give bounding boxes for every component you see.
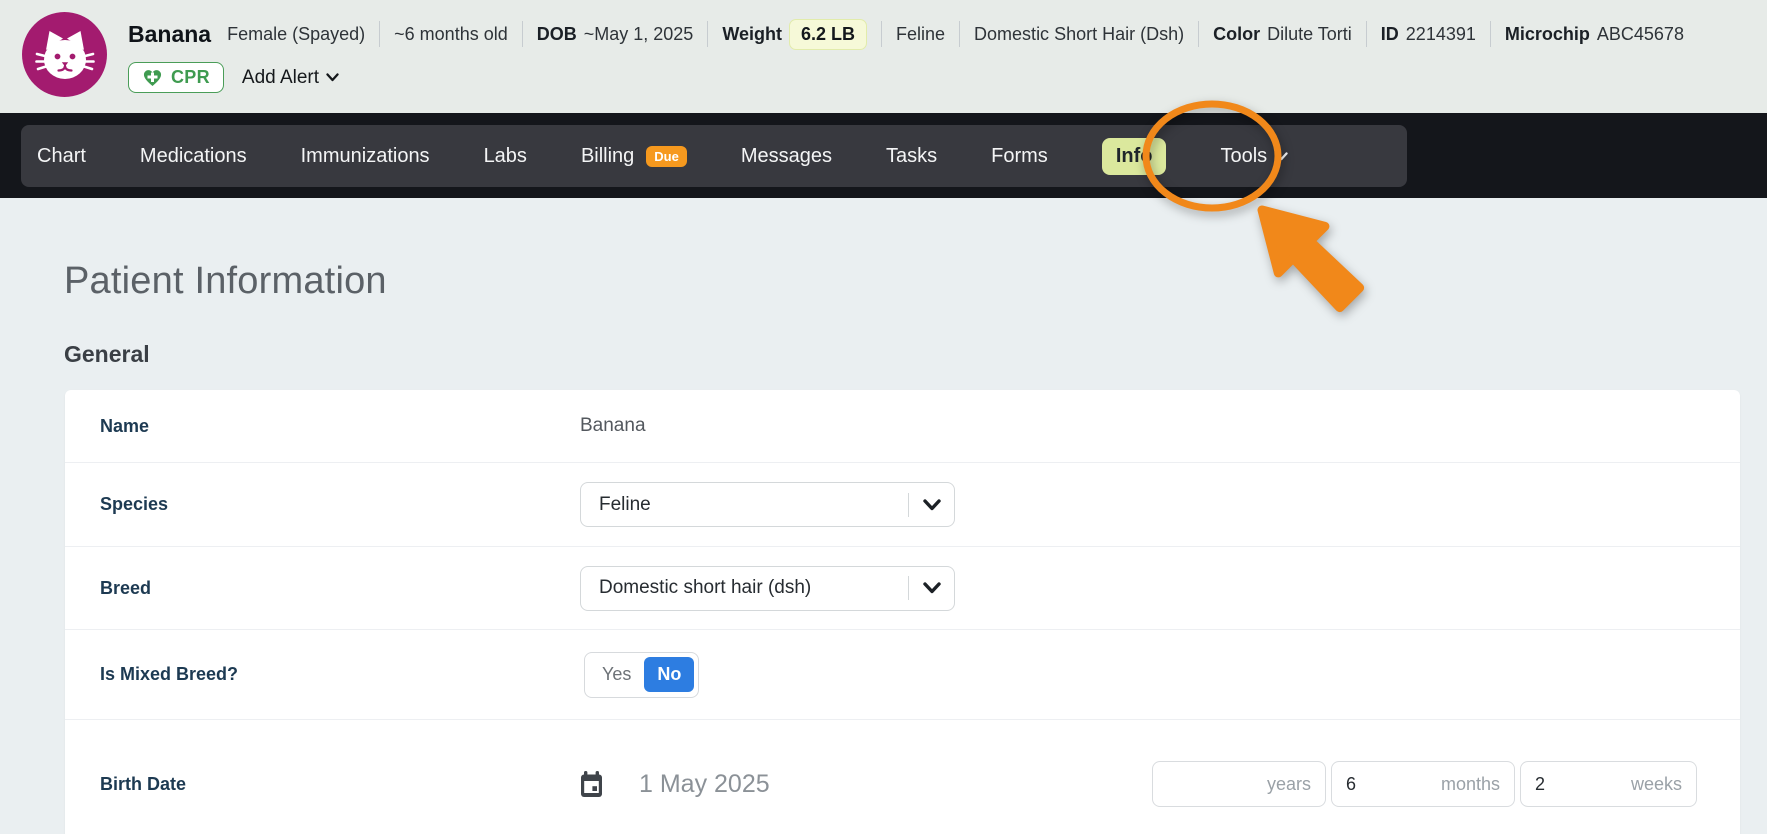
mixed-breed-label: Is Mixed Breed?	[100, 664, 580, 685]
weight-badge[interactable]: 6.2 LB	[789, 19, 867, 50]
tab-messages[interactable]: Messages	[741, 145, 832, 168]
row-mixed-breed: Is Mixed Breed? Yes No	[65, 630, 1740, 720]
meta-separator	[881, 21, 882, 47]
cat-face-icon	[33, 23, 97, 87]
cpr-badge-label: CPR	[171, 67, 210, 88]
patient-header: Banana Female (Spayed) ~6 months old DOB…	[0, 0, 1767, 113]
cpr-heart-icon	[142, 68, 163, 87]
name-value: Banana	[580, 415, 646, 437]
tab-billing[interactable]: Billing Due	[581, 145, 687, 168]
mixed-breed-toggle: Yes No	[584, 652, 699, 698]
chevron-down-icon	[909, 499, 954, 511]
add-alert-label: Add Alert	[242, 67, 319, 89]
age-weeks-input[interactable]: 2 weeks	[1520, 761, 1697, 807]
patient-nav-bar: Chart Medications Immunizations Labs Bil…	[0, 113, 1767, 198]
chevron-down-icon	[909, 582, 954, 594]
chevron-down-icon	[1275, 152, 1288, 161]
row-breed: Breed Domestic short hair (dsh)	[65, 547, 1740, 630]
cpr-badge[interactable]: CPR	[128, 62, 224, 93]
add-alert-button[interactable]: Add Alert	[242, 67, 339, 89]
section-title-general: General	[64, 341, 1740, 368]
nav-tab-container: Chart Medications Immunizations Labs Bil…	[21, 125, 1407, 187]
birth-date-value: 1 May 2025	[639, 770, 770, 799]
birth-date-label: Birth Date	[100, 774, 580, 795]
meta-separator	[379, 21, 380, 47]
patient-sex: Female (Spayed)	[227, 24, 365, 45]
tab-info[interactable]: Info	[1102, 138, 1167, 175]
meta-separator	[1366, 21, 1367, 47]
tab-medications[interactable]: Medications	[140, 145, 247, 168]
row-species: Species Feline	[65, 463, 1740, 547]
patient-name: Banana	[128, 21, 211, 48]
meta-separator	[1490, 21, 1491, 47]
breed-label: Breed	[100, 578, 580, 599]
species-select-value: Feline	[581, 494, 908, 516]
patient-age: ~6 months old	[394, 24, 508, 45]
name-label: Name	[100, 416, 580, 437]
meta-separator	[959, 21, 960, 47]
tab-immunizations[interactable]: Immunizations	[301, 145, 430, 168]
page-title: Patient Information	[64, 198, 1740, 303]
calendar-icon	[580, 771, 603, 798]
tab-tasks[interactable]: Tasks	[886, 145, 937, 168]
patient-breed: Domestic Short Hair (Dsh)	[974, 24, 1184, 45]
meta-separator	[522, 21, 523, 47]
billing-due-badge: Due	[646, 146, 687, 167]
tab-forms[interactable]: Forms	[991, 145, 1048, 168]
meta-separator	[707, 21, 708, 47]
breed-select[interactable]: Domestic short hair (dsh)	[580, 566, 955, 611]
patient-avatar[interactable]	[22, 12, 107, 97]
tab-tools[interactable]: Tools	[1220, 145, 1288, 168]
patient-dob: DOB ~May 1, 2025	[537, 24, 694, 45]
birth-date-picker[interactable]: 1 May 2025	[580, 770, 770, 799]
patient-color: Color Dilute Torti	[1213, 24, 1352, 45]
patient-microchip: Microchip ABC45678	[1505, 24, 1684, 45]
chevron-down-icon	[326, 73, 339, 82]
patient-weight: Weight 6.2 LB	[722, 19, 867, 50]
row-birth-date: Birth Date 1 May 2025 years	[65, 720, 1740, 834]
row-name: Name Banana	[65, 390, 1740, 463]
mixed-breed-yes-option[interactable]: Yes	[589, 664, 644, 685]
patient-meta-line: Banana Female (Spayed) ~6 months old DOB…	[128, 10, 1757, 58]
mixed-breed-no-option[interactable]: No	[644, 657, 694, 692]
patient-species: Feline	[896, 24, 945, 45]
general-info-card: Name Banana Species Feline Breed Domesti…	[65, 390, 1740, 834]
age-years-input[interactable]: years	[1152, 761, 1326, 807]
tab-labs[interactable]: Labs	[484, 145, 527, 168]
breed-select-value: Domestic short hair (dsh)	[581, 577, 908, 599]
species-label: Species	[100, 494, 580, 515]
main-content: Patient Information General Name Banana …	[0, 198, 1767, 834]
age-fields-group: years 6 months 2 weeks	[1152, 761, 1697, 807]
age-months-input[interactable]: 6 months	[1331, 761, 1515, 807]
meta-separator	[1198, 21, 1199, 47]
tab-chart[interactable]: Chart	[37, 145, 86, 168]
patient-id: ID 2214391	[1381, 24, 1476, 45]
species-select[interactable]: Feline	[580, 482, 955, 527]
